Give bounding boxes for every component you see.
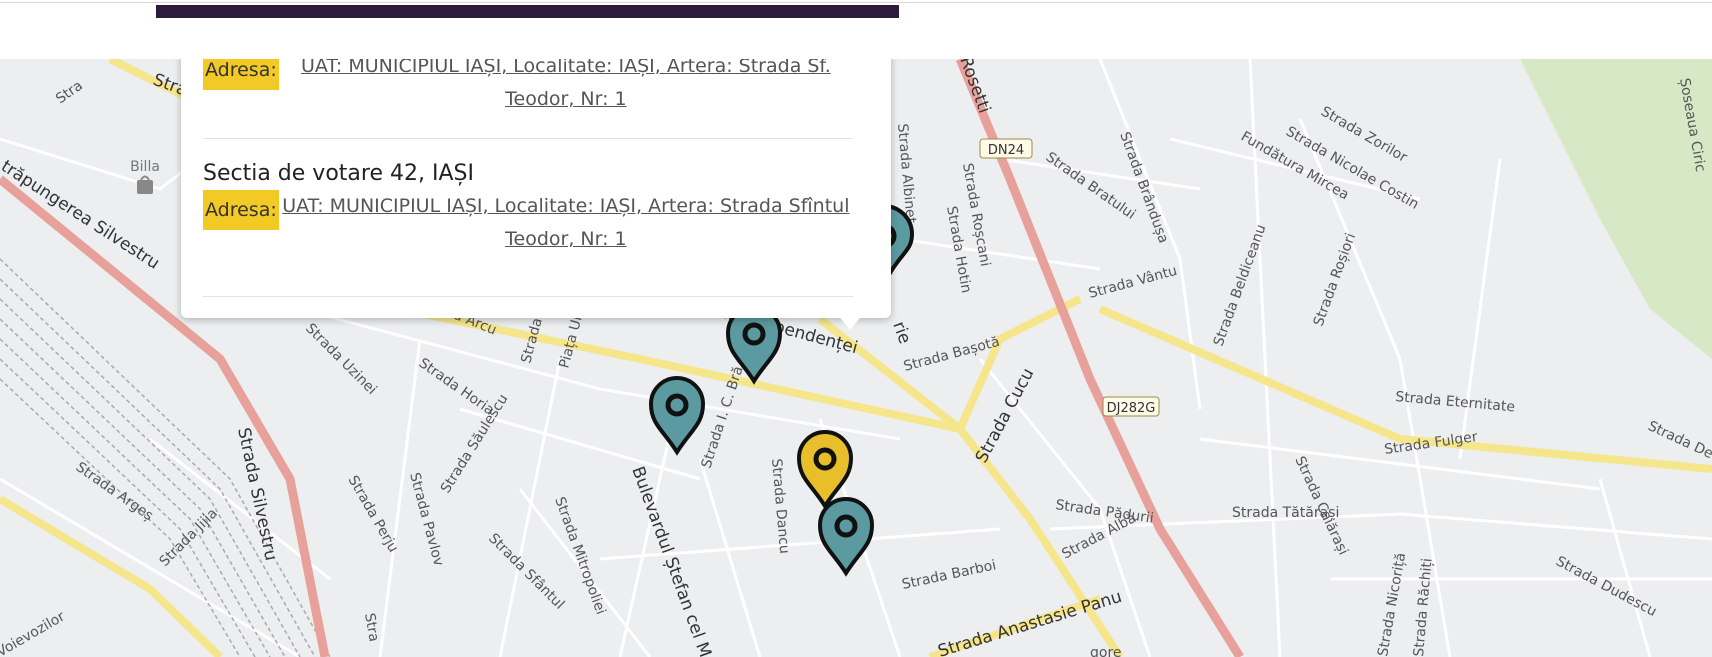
address-badge: Adresa: <box>203 59 279 90</box>
header-divider <box>0 2 1712 3</box>
address-link[interactable]: UAT: MUNICIPIUL IAȘI, Localitate: IAȘI, … <box>279 59 853 116</box>
address-link[interactable]: UAT: MUNICIPIUL IAȘI, Localitate: IAȘI, … <box>279 190 853 256</box>
street-label-uzinei: Strada Uzinei <box>302 321 379 398</box>
street-label-rachiti: Strada Răchiți <box>1411 558 1436 657</box>
map-marker-teal-3[interactable] <box>817 497 875 577</box>
shopping-bag-icon <box>137 175 153 194</box>
street-label-bratului: Strada Bratului <box>1043 149 1139 223</box>
popup-divider <box>203 138 853 139</box>
street-label-dancu: Strada Dancu <box>768 458 792 554</box>
popup-pointer <box>832 308 868 330</box>
street-label-eternitate: Strada Eternitate <box>1395 389 1516 415</box>
address-row: Adresa: UAT: MUNICIPIUL IAȘI, Localitate… <box>203 59 853 116</box>
progress-bar <box>156 5 899 18</box>
map-marker-teal-2[interactable] <box>648 376 706 456</box>
street-label-clip-3: Stra <box>361 612 382 643</box>
street-label-rie: rie <box>888 319 914 347</box>
address-line-1[interactable]: UAT: MUNICIPIUL IAȘI, Localitate: IAȘI, … <box>279 190 853 223</box>
svg-text:DJ282G: DJ282G <box>1107 401 1156 416</box>
address-line-2[interactable]: Teodor, Nr: 1 <box>279 223 853 256</box>
popup-entry-1: Adresa: UAT: MUNICIPIUL IAȘI, Localitate… <box>203 59 853 116</box>
address-row: Adresa: UAT: MUNICIPIUL IAȘI, Localitate… <box>203 190 853 256</box>
street-label-clip-1: Stra <box>53 78 86 108</box>
road-badge-dn24: DN24 <box>979 138 1033 159</box>
street-label-horia: Strada Horia <box>416 355 497 419</box>
map-marker-yellow[interactable] <box>796 430 854 510</box>
road-badge-dj282g: DJ282G <box>1102 396 1160 417</box>
popup-entry-2: Sectia de votare 42, IAȘI Adresa: UAT: M… <box>203 161 853 256</box>
street-label-arges: Strada Argeș <box>73 459 156 524</box>
top-header <box>0 0 1712 59</box>
svg-text:DN24: DN24 <box>988 143 1024 158</box>
street-label-perju: Strada Perju <box>345 473 402 555</box>
street-label-dudescu: Strada Dudescu <box>1553 553 1659 620</box>
street-label-rosetti: Rosetti <box>955 59 994 116</box>
street-label-nicorita: Strada Nicoriță <box>1375 552 1409 657</box>
address-line-2[interactable]: Teodor, Nr: 1 <box>279 83 853 116</box>
street-label-voievozilor: Voievozilor <box>0 609 68 657</box>
street-label-rosiori: Strada Roșiori <box>1311 231 1359 328</box>
street-label-gore: gore <box>1090 645 1122 657</box>
popup-content: Adresa: UAT: MUNICIPIUL IAȘI, Localitate… <box>181 59 891 318</box>
polling-station-popup: Adresa: UAT: MUNICIPIUL IAȘI, Localitate… <box>181 46 891 330</box>
poi-label-billa: Billa <box>130 159 160 175</box>
street-label-jijia: Strada Jijia <box>157 505 221 569</box>
popup-divider <box>203 296 853 297</box>
street-label-brandusa: Strada Brândușa <box>1116 130 1171 245</box>
address-line-1[interactable]: UAT: MUNICIPIUL IAȘI, Localitate: IAȘI, … <box>279 59 853 83</box>
street-label-sfantul: Strada Sfântul <box>485 531 567 613</box>
street-label-vantu: Strada Vântu <box>1087 263 1179 302</box>
polling-station-title: Sectia de votare 42, IAȘI <box>203 161 474 186</box>
street-label-barboi: Strada Barboi <box>901 557 998 593</box>
address-badge: Adresa: <box>203 190 279 230</box>
street-label-fulger: Strada Fulger <box>1383 429 1478 458</box>
